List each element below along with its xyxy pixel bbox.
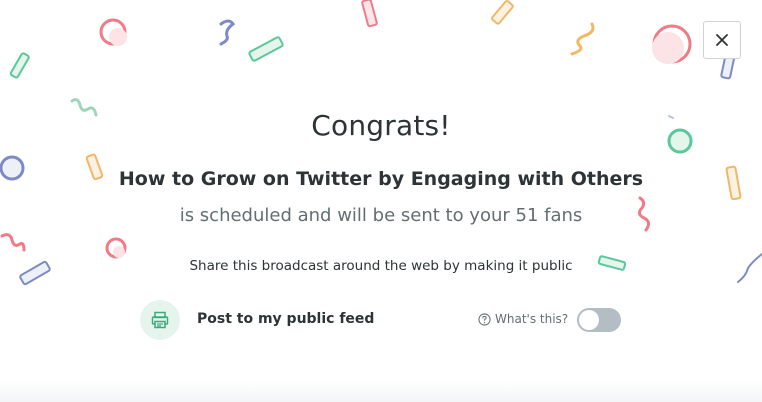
question-circle-icon — [478, 312, 491, 326]
schedule-status-text: is scheduled and will be sent to your 51… — [179, 205, 583, 226]
confetti-green-bar — [9, 52, 30, 79]
public-feed-label: Post to my public feed — [197, 311, 375, 327]
broadcast-title: How to Grow on Twitter by Engaging with … — [118, 168, 644, 190]
public-feed-toggle[interactable] — [577, 308, 621, 332]
confetti-pink-squiggle — [0, 233, 26, 252]
public-feed-row: Post to my public feed What's this? — [140, 300, 622, 340]
printer-icon — [151, 311, 169, 329]
confetti-decoration — [0, 0, 762, 286]
feed-icon-badge — [140, 300, 180, 340]
whats-this-link[interactable]: What's this? — [478, 312, 568, 326]
confetti-green-bar — [248, 36, 284, 62]
confetti-orange-bar — [491, 0, 514, 25]
modal-title: Congrats! — [311, 109, 451, 142]
confetti-blue-squiggle — [219, 19, 236, 46]
modal-footer-edge — [0, 380, 762, 402]
share-instruction-text: Share this broadcast around the web by m… — [189, 258, 573, 274]
whats-this-label: What's this? — [495, 312, 569, 326]
confetti-pink-bar — [361, 0, 378, 28]
close-button[interactable] — [703, 21, 741, 59]
close-icon — [716, 34, 728, 46]
toggle-knob — [579, 310, 599, 330]
congrats-modal: Congrats! How to Grow on Twitter by Enga… — [0, 0, 762, 402]
confetti-orange-squiggle — [570, 22, 595, 56]
